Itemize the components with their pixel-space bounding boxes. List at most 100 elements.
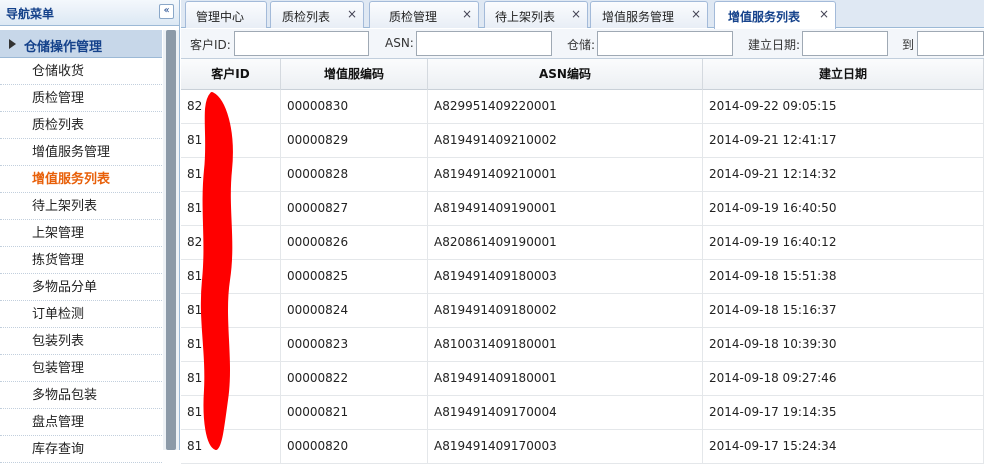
created-date-cell: 2014-09-18 15:16:37 xyxy=(703,294,984,328)
table-row[interactable]: 81 00000821 A819491409170004 2014-09-17 19:… xyxy=(181,396,984,430)
column-header-created-date[interactable]: 建立日期 xyxy=(703,59,984,90)
date-to-input[interactable] xyxy=(917,31,984,56)
service-code-cell: 00000827 xyxy=(281,192,428,226)
customer-id-label: 客户ID: xyxy=(190,38,231,52)
created-date-cell: 2014-09-17 19:14:35 xyxy=(703,396,984,430)
tab[interactable]: 增值服务列表 × xyxy=(714,1,836,29)
service-code-cell: 00000821 xyxy=(281,396,428,430)
sidebar-title: 导航菜单 xyxy=(6,7,55,21)
created-date-cell: 2014-09-19 16:40:50 xyxy=(703,192,984,226)
sidebar-item[interactable]: 质检列表 xyxy=(0,112,162,139)
sidebar-scrollbar[interactable] xyxy=(163,30,179,450)
table-row[interactable]: 81 00000820 A819491409170003 2014-09-17 15:… xyxy=(181,430,984,464)
close-icon[interactable]: × xyxy=(571,7,581,21)
customer-id-cell: 82 xyxy=(181,226,281,260)
customer-id-input[interactable] xyxy=(234,31,369,56)
tab[interactable]: 待上架列表 × xyxy=(484,1,588,28)
asn-input[interactable] xyxy=(416,31,552,56)
collapse-icon[interactable]: « xyxy=(159,4,174,19)
asn-code-cell: A810031409180001 xyxy=(428,328,703,362)
sidebar-item[interactable]: 盘点管理 xyxy=(0,409,162,436)
sidebar-item[interactable]: 增值服务管理 xyxy=(0,139,162,166)
created-date-cell: 2014-09-19 16:40:12 xyxy=(703,226,984,260)
sidebar-item[interactable]: 多物品包装 xyxy=(0,382,162,409)
created-date-cell: 2014-09-18 09:27:46 xyxy=(703,362,984,396)
close-icon[interactable]: × xyxy=(819,7,829,21)
table-row[interactable]: 81 00000824 A819491409180002 2014-09-18 15:… xyxy=(181,294,984,328)
table-row[interactable]: 82 00000830 A829951409220001 2014-09-22 09:… xyxy=(181,90,984,124)
tab-label: 待上架列表 xyxy=(494,10,555,24)
asn-code-cell: A819491409180003 xyxy=(428,260,703,294)
column-header-service-code[interactable]: 增值服编码 xyxy=(281,59,428,90)
service-code-cell: 00000830 xyxy=(281,90,428,124)
tab[interactable]: 质检管理 × xyxy=(369,1,479,28)
close-icon[interactable]: × xyxy=(691,7,701,21)
sidebar-menu: 仓储收货 质检管理 质检列表 增值服务管理 增值服务列表 待上架列表 上架管理 拣货管理 多物品… xyxy=(0,58,162,463)
table-row[interactable]: 81 00000827 A819491409190001 2014-09-19 16:… xyxy=(181,192,984,226)
close-icon[interactable]: × xyxy=(347,7,357,21)
asn-code-cell: A819491409210001 xyxy=(428,158,703,192)
menu-group-warehouse[interactable]: 仓储操作管理 xyxy=(0,30,162,58)
tab-label: 质检管理 xyxy=(388,10,437,24)
customer-id-cell: 81 xyxy=(181,158,281,192)
filter-bar: 客户ID: ASN: 仓储: 建立日期: 到 xyxy=(181,29,984,59)
asn-code-cell: A820861409190001 xyxy=(428,226,703,260)
created-date-cell: 2014-09-17 15:24:34 xyxy=(703,430,984,464)
table-row[interactable]: 82 00000826 A820861409190001 2014-09-19 16:… xyxy=(181,226,984,260)
date-label: 建立日期: xyxy=(748,38,801,52)
customer-id-cell: 81 xyxy=(181,124,281,158)
table-row[interactable]: 81 00000822 A819491409180001 2014-09-18 09:… xyxy=(181,362,984,396)
asn-code-cell: A819491409170004 xyxy=(428,396,703,430)
grid-header: 客户ID 增值服编码 ASN编码 建立日期 xyxy=(181,59,984,90)
warehouse-input[interactable] xyxy=(597,31,733,56)
sidebar-item[interactable]: 待上架列表 xyxy=(0,193,162,220)
created-date-cell: 2014-09-18 15:51:38 xyxy=(703,260,984,294)
table-row[interactable]: 81 00000823 A810031409180001 2014-09-18 10:… xyxy=(181,328,984,362)
tab[interactable]: 管理中心 xyxy=(185,1,267,28)
created-date-cell: 2014-09-21 12:41:17 xyxy=(703,124,984,158)
customer-id-cell: 81 xyxy=(181,396,281,430)
column-header-asn-code[interactable]: ASN编码 xyxy=(428,59,703,90)
sidebar-item[interactable]: 质检管理 xyxy=(0,85,162,112)
asn-code-cell: A829951409220001 xyxy=(428,90,703,124)
menu-group-label: 仓储操作管理 xyxy=(24,40,103,55)
customer-id-cell: 81 xyxy=(181,430,281,464)
sidebar-item[interactable]: 包装列表 xyxy=(0,328,162,355)
sidebar-item[interactable]: 多物品分单 xyxy=(0,274,162,301)
table-row[interactable]: 81 00000828 A819491409210001 2014-09-21 12:… xyxy=(181,158,984,192)
service-code-cell: 00000825 xyxy=(281,260,428,294)
grid-body: 82 00000830 A829951409220001 2014-09-22 09:… xyxy=(181,90,984,464)
sidebar-item[interactable]: 增值服务列表 xyxy=(0,166,162,193)
sidebar-item[interactable]: 仓储收货 xyxy=(0,58,162,85)
expand-arrow-icon xyxy=(9,39,16,49)
column-header-customer-id[interactable]: 客户ID xyxy=(181,59,281,90)
date-from-input[interactable] xyxy=(802,31,888,56)
sidebar-item[interactable]: 拣货管理 xyxy=(0,247,162,274)
asn-label: ASN: xyxy=(385,36,414,50)
sidebar-item[interactable]: 包装管理 xyxy=(0,355,162,382)
asn-code-cell: A819491409180001 xyxy=(428,362,703,396)
created-date-cell: 2014-09-21 12:14:32 xyxy=(703,158,984,192)
tab-label: 增值服务管理 xyxy=(601,10,674,24)
tab[interactable]: 质检列表 × xyxy=(270,1,364,28)
service-code-cell: 00000826 xyxy=(281,226,428,260)
sidebar-item[interactable]: 订单检测 xyxy=(0,301,162,328)
tab[interactable]: 增值服务管理 × xyxy=(590,1,708,28)
table-row[interactable]: 81 00000829 A819491409210002 2014-09-21 12:… xyxy=(181,124,984,158)
warehouse-label: 仓储: xyxy=(567,38,596,52)
close-icon[interactable]: × xyxy=(462,7,472,21)
customer-id-cell: 81 xyxy=(181,362,281,396)
scrollbar-thumb[interactable] xyxy=(166,30,176,450)
table-row[interactable]: 81 00000825 A819491409180003 2014-09-18 15:… xyxy=(181,260,984,294)
created-date-cell: 2014-09-22 09:05:15 xyxy=(703,90,984,124)
main-area: 管理中心 质检列表 × 质检管理 × 待上架列表 × 增值服务管理 × 增值服务列表 × 客户ID:… xyxy=(181,0,984,464)
sidebar-header: 导航菜单 « xyxy=(0,0,179,26)
tab-label: 增值服务列表 xyxy=(727,10,800,24)
tab-bar: 管理中心 质检列表 × 质检管理 × 待上架列表 × 增值服务管理 × 增值服务列表 × xyxy=(181,0,984,29)
data-grid: 客户ID 增值服编码 ASN编码 建立日期 82 00000830 A8299514… xyxy=(181,59,984,464)
asn-code-cell: A819491409180002 xyxy=(428,294,703,328)
service-code-cell: 00000829 xyxy=(281,124,428,158)
customer-id-cell: 81 xyxy=(181,328,281,362)
sidebar-item[interactable]: 上架管理 xyxy=(0,220,162,247)
customer-id-cell: 81 xyxy=(181,294,281,328)
